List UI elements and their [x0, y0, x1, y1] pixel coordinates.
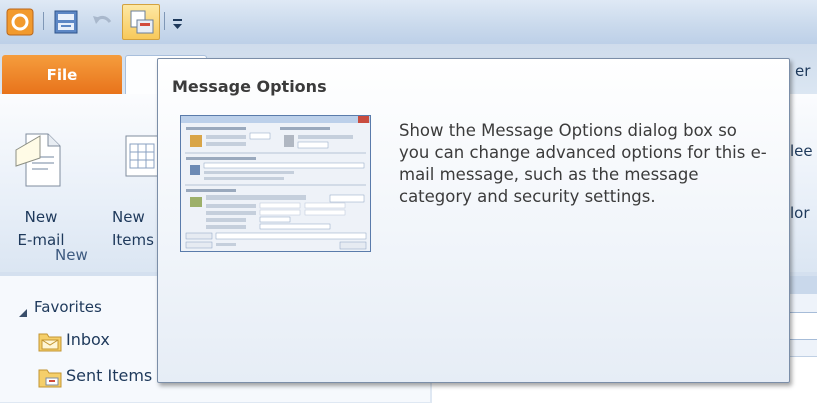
ribbon-partial-label-2[interactable]: lor: [790, 202, 810, 225]
send-receive-icon[interactable]: [52, 8, 80, 36]
quick-access-toolbar: [0, 0, 817, 44]
folder-sent-items[interactable]: Sent Items: [66, 366, 152, 385]
collapse-triangle-icon[interactable]: [18, 303, 28, 322]
folder-inbox[interactable]: Inbox: [66, 330, 110, 349]
tab-partial-label[interactable]: er: [795, 62, 810, 80]
qat-separator-2: [164, 12, 165, 30]
sent-items-folder-icon: [38, 366, 62, 388]
new-items-label-1: New: [112, 208, 145, 226]
tooltip-title: Message Options: [172, 77, 327, 96]
qat-separator: [43, 12, 44, 30]
message-options-dialog-preview: [180, 115, 371, 252]
favorites-header[interactable]: Favorites: [34, 298, 102, 316]
new-email-icon[interactable]: [14, 128, 66, 190]
new-items-icon[interactable]: [122, 132, 159, 182]
new-items-label-2: Items: [112, 231, 154, 249]
outlook-app-icon[interactable]: [6, 8, 34, 36]
ribbon-partial-label-1[interactable]: lee: [790, 140, 813, 163]
tab-file[interactable]: File: [2, 55, 122, 94]
message-options-icon[interactable]: [122, 4, 160, 40]
customize-qat-icon[interactable]: [171, 8, 185, 36]
inbox-folder-icon: [38, 330, 62, 352]
undo-icon[interactable]: [90, 8, 114, 36]
group-new-label: New: [55, 246, 88, 264]
tooltip-description: Show the Message Options dialog box so y…: [399, 121, 767, 206]
tab-file-label: File: [46, 65, 78, 84]
new-email-label-1: New: [24, 208, 58, 226]
new-items-button[interactable]: New Items: [112, 206, 157, 252]
